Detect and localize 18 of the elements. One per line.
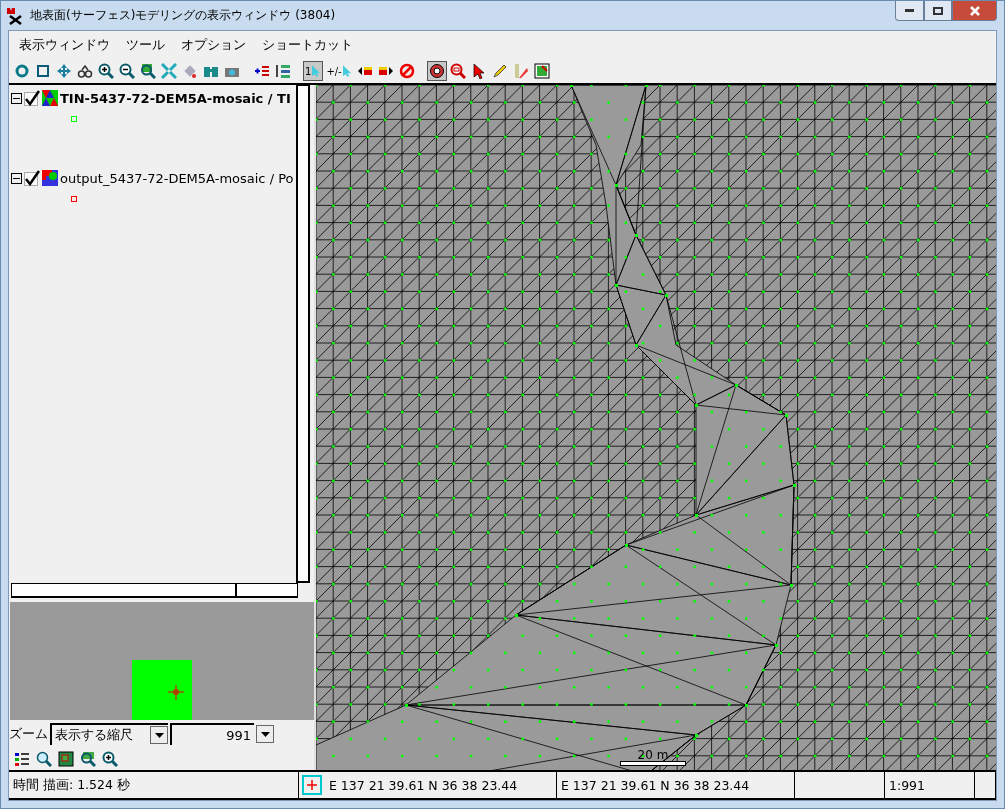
status-field: 時間 描画: 1.524 秒	[9, 772, 299, 798]
menu-item[interactable]: ツール	[126, 36, 165, 54]
status-field: E 137 21 39.61 N 36 38 23.44	[557, 772, 795, 798]
scale-input-field[interactable]: 991	[170, 723, 254, 745]
menu-item[interactable]: 表示ウィンドウ	[19, 36, 110, 54]
window-title: 地表面(サーフェス)モデリングの表示ウィンドウ (3804)	[30, 7, 336, 24]
tool-button[interactable]: 1	[303, 61, 324, 81]
map-view[interactable]: 20 m	[314, 85, 996, 770]
status-field: E 137 21 39.61 N 36 38 23.44	[325, 772, 557, 798]
status-field: 1:991	[885, 772, 975, 798]
layer-name[interactable]: output_5437-72-DEM5A-mosaic / Po	[60, 170, 294, 186]
zoom-label: ズーム	[9, 725, 48, 743]
menu-item[interactable]: ショートカット	[262, 36, 353, 54]
layer-name[interactable]: TIN-5437-72-DEM5A-mosaic / TI	[60, 90, 291, 106]
zoom-mode-dropdown[interactable]: 表示する縮尺	[50, 723, 168, 745]
scale-label: 20 m	[637, 749, 669, 761]
tool-button[interactable]: +/-	[324, 61, 354, 81]
menu-item[interactable]: オプション	[181, 36, 246, 54]
